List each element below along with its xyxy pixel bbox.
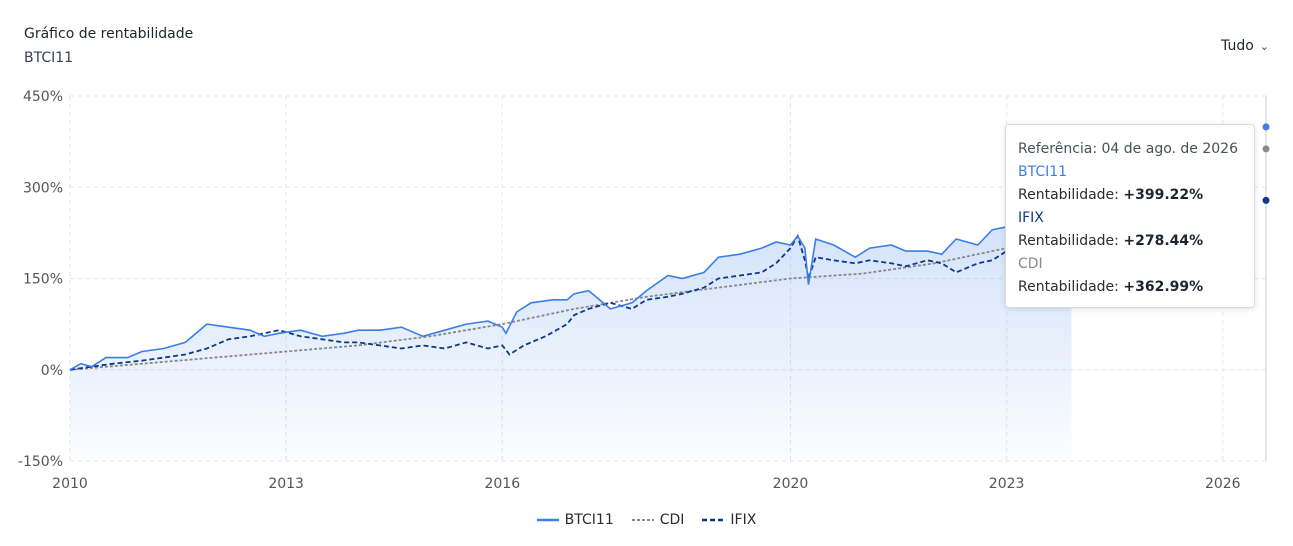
legend-label-btci11: BTCI11 [564,512,614,528]
tooltip-reference: Referência: 04 de ago. de 2026 [1018,141,1239,157]
legend-swatch-btci11 [536,518,559,522]
x-tick-label: 2010 [52,476,88,492]
x-tick-label: 2020 [773,476,809,492]
chart-legend: BTCI11 CDI IFIX [0,512,1293,528]
y-tick-label: 300% [23,180,63,196]
legend-item-btci11[interactable]: BTCI11 [536,512,614,528]
y-tick-label: 450% [23,89,63,105]
legend-item-ifix[interactable]: IFIX [702,512,756,528]
legend-item-cdi[interactable]: CDI [631,512,685,528]
tooltip-series-btci11: BTCI11 [1018,164,1068,180]
tooltip-label: Rentabilidade: [1018,279,1119,295]
tooltip-label: Rentabilidade: [1018,187,1119,203]
tooltip-label: Rentabilidade: [1018,233,1119,249]
x-tick-label: 2026 [1205,476,1241,492]
chart-tooltip: Referência: 04 de ago. de 2026 BTCI11 Re… [1005,124,1255,308]
chart-card: Gráfico de rentabilidade BTCI11 Tudo ⌄ 4… [0,0,1293,546]
endpoint-marker-btci11 [1262,123,1270,131]
y-tick-label: 0% [41,363,63,379]
tooltip-value-ifix: +278.44% [1123,233,1204,249]
legend-label-cdi: CDI [659,512,685,528]
endpoint-marker-cdi [1262,145,1270,153]
tooltip-value-btci11: +399.22% [1123,187,1204,203]
tooltip-series-cdi: CDI [1018,256,1043,272]
x-tick-label: 2016 [484,476,520,492]
legend-swatch-cdi [631,519,654,521]
x-tick-label: 2023 [989,476,1025,492]
legend-swatch-ifix [702,518,725,522]
tooltip-value-cdi: +362.99% [1123,279,1204,295]
x-tick-label: 2013 [268,476,304,492]
endpoint-marker-ifix [1262,196,1270,204]
legend-label-ifix: IFIX [730,512,757,528]
y-tick-label: -150% [18,454,63,470]
tooltip-series-ifix: IFIX [1018,210,1044,226]
y-tick-label: 150% [23,272,63,288]
